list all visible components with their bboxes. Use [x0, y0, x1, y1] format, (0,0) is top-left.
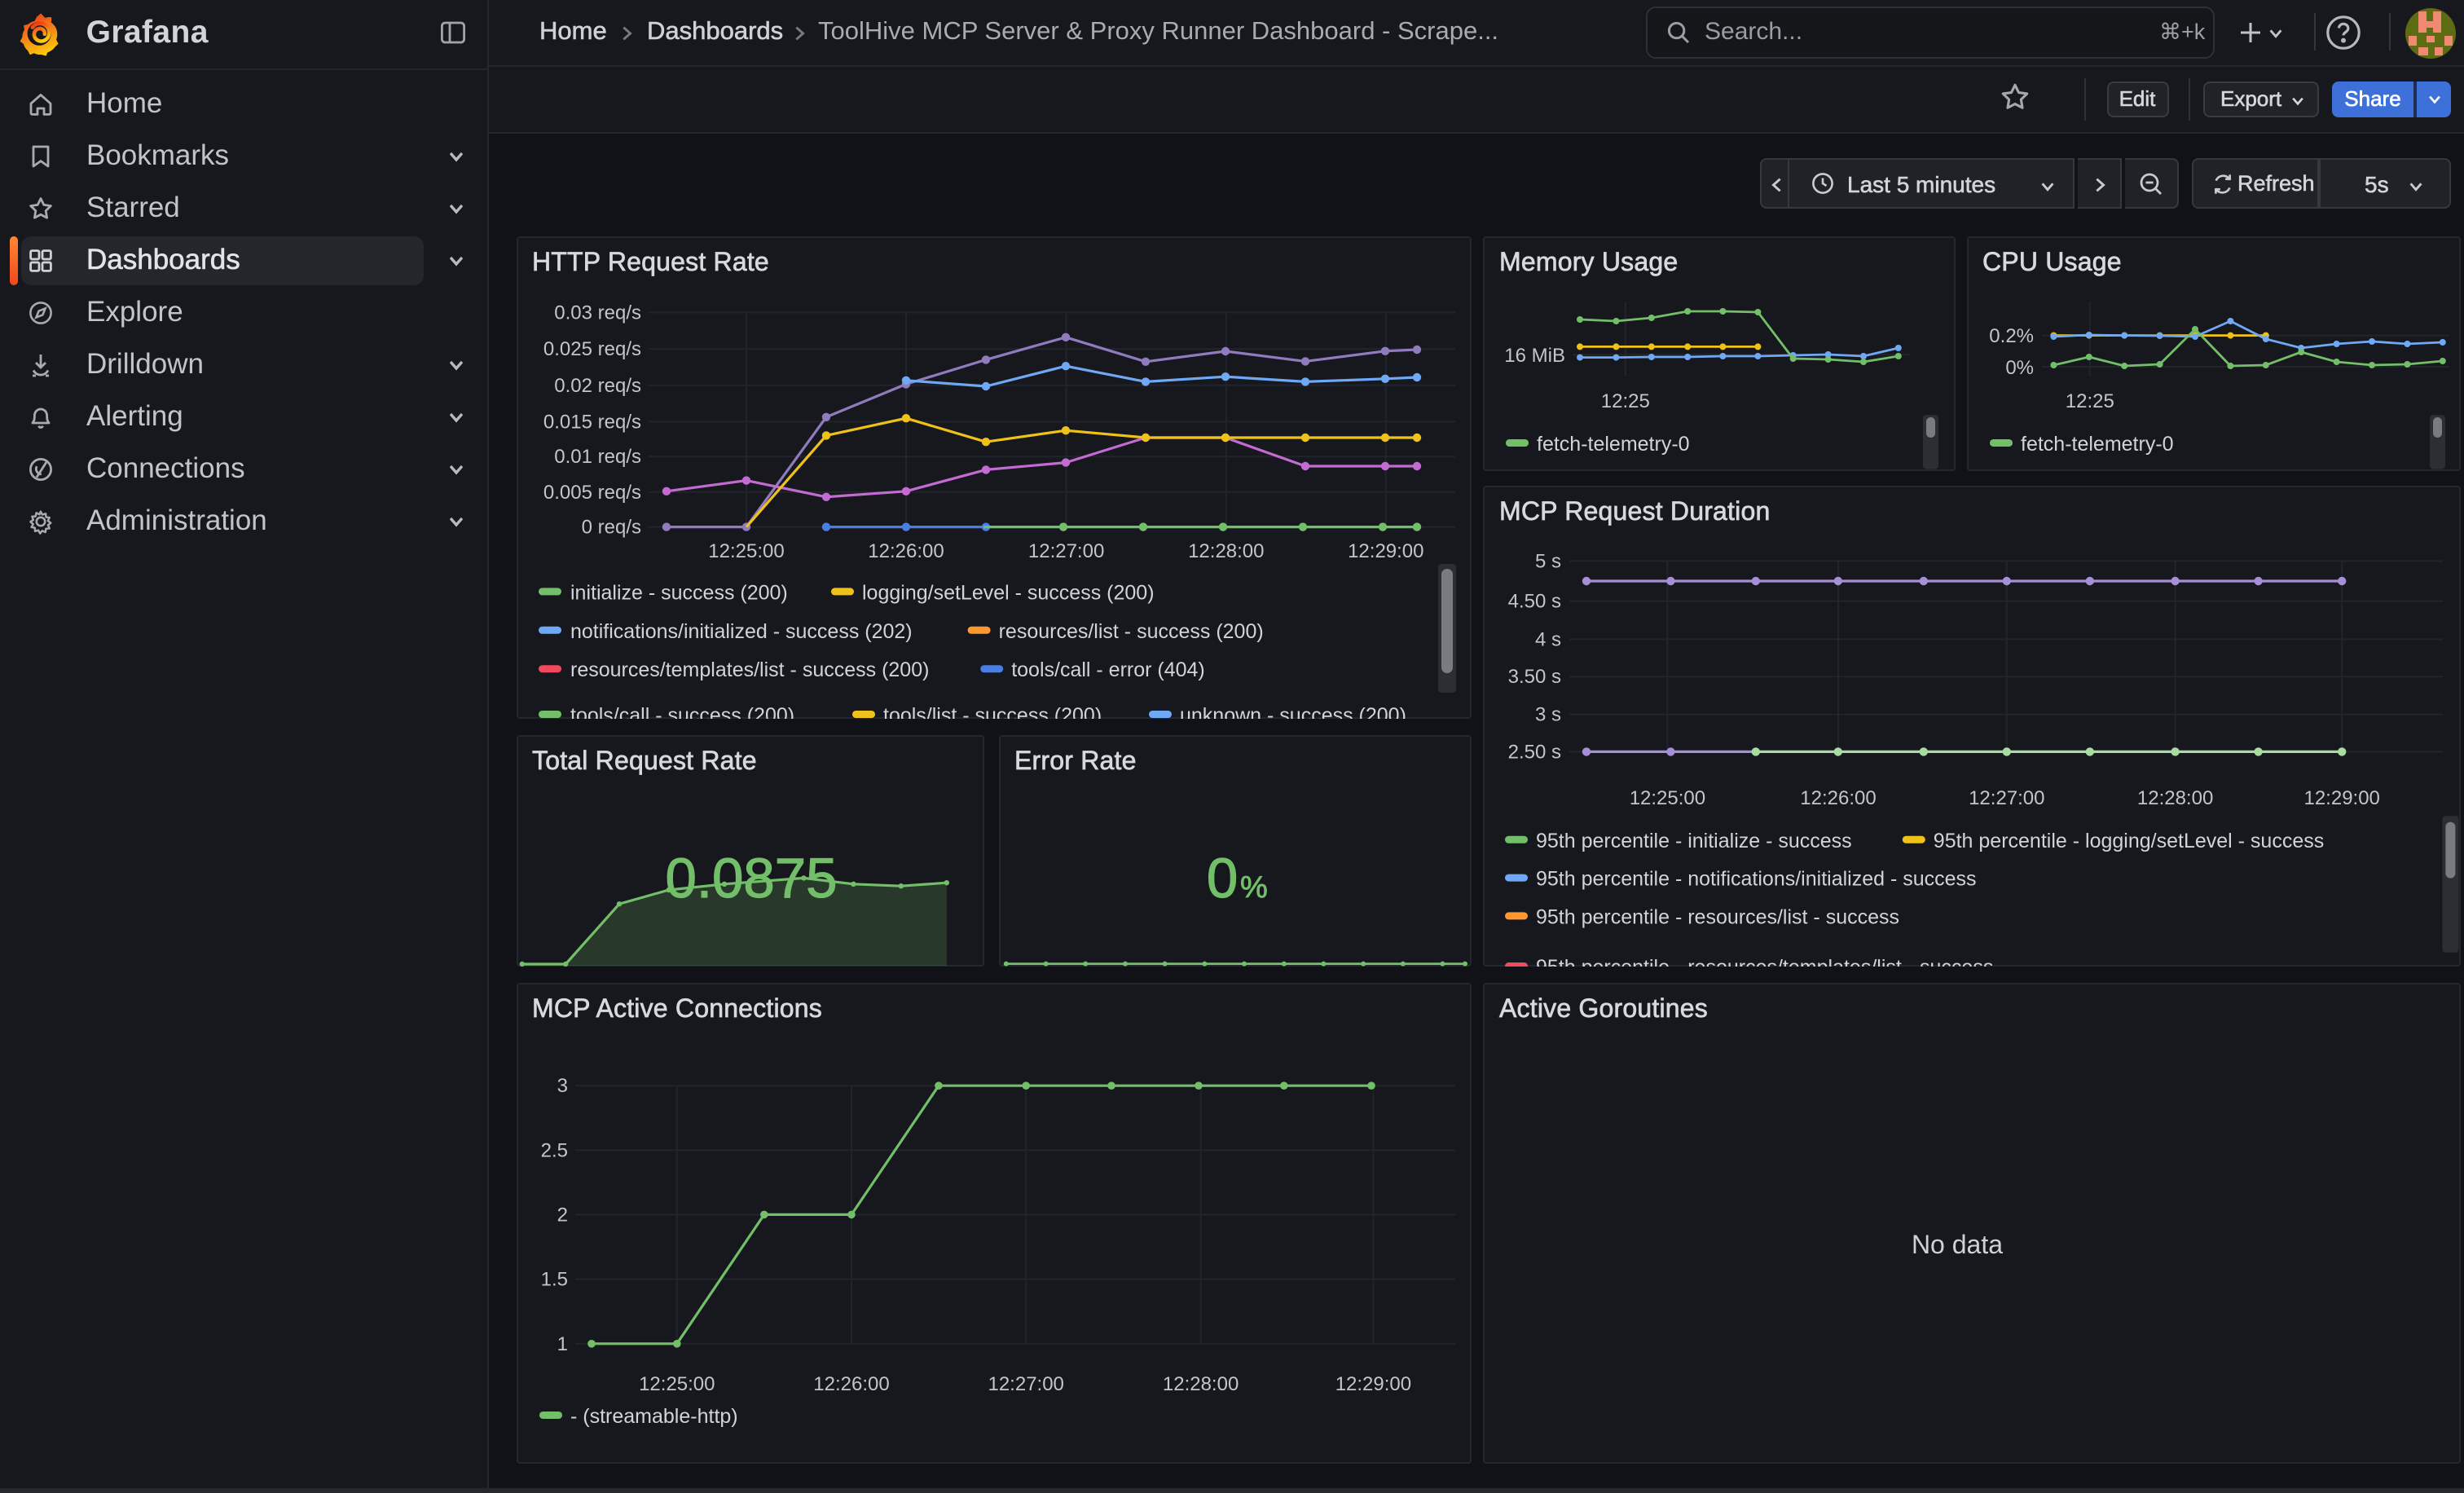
svg-text:95th percentile - notification: 95th percentile - notifications/initiali…	[1536, 868, 1977, 891]
svg-text:12:25:00: 12:25:00	[707, 540, 783, 562]
svg-text:tools/list - success (200): tools/list - success (200)	[882, 704, 1101, 719]
svg-text:95th percentile - initialize -: 95th percentile - initialize - success	[1536, 830, 1852, 852]
svg-text:0.01 req/s: 0.01 req/s	[553, 446, 640, 468]
svg-text:tools/call - success (200): tools/call - success (200)	[570, 704, 794, 719]
svg-text:3 s: 3 s	[1535, 704, 1561, 726]
svg-text:2.50 s: 2.50 s	[1508, 741, 1561, 763]
svg-text:0%: 0%	[2004, 357, 2033, 379]
svg-text:0.2%: 0.2%	[1988, 325, 2033, 347]
svg-text:0: 0	[1206, 847, 1237, 909]
svg-text:0.025 req/s: 0.025 req/s	[543, 338, 640, 360]
svg-text:12:25:00: 12:25:00	[638, 1372, 714, 1394]
svg-text:resources/list - success (200): resources/list - success (200)	[998, 620, 1263, 643]
svg-text:12:25: 12:25	[1601, 390, 1650, 412]
svg-text:95th percentile - resources/li: 95th percentile - resources/list - succe…	[1536, 905, 1899, 928]
svg-text:0.005 req/s: 0.005 req/s	[543, 482, 640, 504]
svg-text:12:28:00: 12:28:00	[1187, 540, 1263, 562]
svg-text:5 s: 5 s	[1535, 550, 1561, 572]
svg-text:0.0875: 0.0875	[664, 847, 836, 909]
svg-text:1.5: 1.5	[540, 1268, 567, 1290]
svg-text:resources/templates/list - suc: resources/templates/list - success (200)	[570, 658, 928, 681]
svg-text:12:28:00: 12:28:00	[1162, 1372, 1238, 1394]
svg-text:1: 1	[557, 1332, 567, 1354]
svg-text:%: %	[1239, 870, 1267, 905]
svg-text:- (streamable-http): - (streamable-http)	[570, 1404, 737, 1427]
svg-text:12:27:00: 12:27:00	[987, 1372, 1063, 1394]
svg-text:tools/call - error (404): tools/call - error (404)	[1010, 658, 1204, 681]
svg-text:16 MiB: 16 MiB	[1504, 345, 1565, 367]
svg-text:logging/setLevel - success (20: logging/setLevel - success (200)	[861, 581, 1154, 604]
svg-text:4 s: 4 s	[1535, 628, 1561, 650]
svg-text:12:27:00: 12:27:00	[1969, 787, 2044, 809]
svg-text:12:26:00: 12:26:00	[1800, 787, 1876, 809]
svg-text:0.015 req/s: 0.015 req/s	[543, 411, 640, 433]
svg-text:0 req/s: 0 req/s	[581, 517, 640, 539]
svg-text:12:28:00: 12:28:00	[2137, 787, 2213, 809]
svg-text:unknown - success (200): unknown - success (200)	[1179, 704, 1406, 719]
svg-text:12:26:00: 12:26:00	[867, 540, 943, 562]
svg-text:4.50 s: 4.50 s	[1508, 591, 1561, 613]
svg-text:0.02 req/s: 0.02 req/s	[553, 375, 640, 397]
svg-text:95th percentile - resources/te: 95th percentile - resources/templates/li…	[1536, 956, 1993, 967]
svg-text:12:27:00: 12:27:00	[1027, 540, 1103, 562]
svg-text:12:25:00: 12:25:00	[1630, 787, 1705, 809]
svg-text:2.5: 2.5	[540, 1138, 567, 1160]
svg-text:fetch-telemetry-0: fetch-telemetry-0	[1537, 433, 1690, 456]
svg-text:12:25: 12:25	[2065, 390, 2114, 412]
svg-text:initialize - success (200): initialize - success (200)	[570, 581, 787, 604]
svg-text:3: 3	[557, 1074, 567, 1096]
svg-text:95th percentile - logging/setL: 95th percentile - logging/setLevel - suc…	[1934, 830, 2324, 852]
svg-text:0.03 req/s: 0.03 req/s	[553, 302, 640, 324]
svg-text:12:29:00: 12:29:00	[2303, 787, 2379, 809]
svg-text:notifications/initialized - su: notifications/initialized - success (202…	[570, 620, 912, 643]
svg-text:2: 2	[557, 1204, 567, 1226]
svg-text:12:26:00: 12:26:00	[812, 1372, 888, 1394]
svg-text:fetch-telemetry-0: fetch-telemetry-0	[2020, 433, 2173, 456]
svg-text:3.50 s: 3.50 s	[1508, 666, 1561, 688]
svg-text:12:29:00: 12:29:00	[1335, 1372, 1410, 1394]
svg-text:12:29:00: 12:29:00	[1347, 540, 1423, 562]
